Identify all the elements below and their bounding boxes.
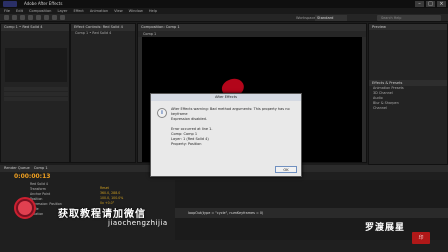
dialog-line: keyframe [171, 112, 188, 116]
search-help-input[interactable]: Search Help [377, 15, 441, 21]
brand-name: 罗渡展星 [365, 223, 406, 233]
minimize-button[interactable]: – [415, 1, 424, 7]
project-list-item[interactable] [4, 97, 68, 101]
effects-item[interactable]: Channel [369, 106, 447, 111]
pen-tool-icon[interactable] [52, 15, 57, 20]
dialog-line: Layer: 1 (Red Solid 4) [171, 137, 209, 141]
workspace-label: Workspace: [296, 16, 317, 20]
camera-tool-icon[interactable] [36, 15, 41, 20]
zoom-tool-icon[interactable] [20, 15, 25, 20]
seal-stamp: 印 [412, 232, 430, 244]
app-icon [3, 1, 17, 7]
pan-behind-tool-icon[interactable] [44, 15, 49, 20]
tab-comp-1[interactable]: Comp 1 [34, 165, 48, 172]
tab-render-queue[interactable]: Render Queue [4, 165, 30, 172]
effect-controls-panel: Effect Controls: Red Solid 4 Comp 1 • Re… [70, 23, 136, 163]
window-controls: – □ × [415, 1, 446, 7]
composition-tab[interactable]: Composition: Comp 1 [138, 24, 366, 31]
project-thumbnail [5, 48, 67, 82]
promo-wechat-id: jiaochengzhijia [108, 219, 168, 227]
warning-dialog: After Effects i After Effects warning: B… [150, 93, 302, 177]
ok-button[interactable]: OK [275, 166, 297, 173]
effect-controls-tab[interactable]: Effect Controls: Red Solid 4 [71, 24, 135, 31]
effect-controls-row: Comp 1 • Red Solid 4 [75, 31, 112, 35]
workspace-select[interactable]: Standard [315, 15, 347, 21]
tools-toolbar: Workspace: Standard Search Help [0, 14, 448, 22]
hand-tool-icon[interactable] [12, 15, 17, 20]
dialog-title[interactable]: After Effects [151, 94, 301, 101]
promo-caption: 获取教程请加微信 [58, 209, 146, 220]
info-icon: i [157, 108, 167, 118]
project-panel-tab[interactable]: Comp 1 • Red Solid 4 [1, 24, 69, 31]
window-title: Adobe After Effects [24, 1, 63, 6]
project-list-item[interactable] [4, 87, 68, 91]
seal-text: 印 [418, 235, 424, 241]
project-list-item[interactable] [4, 92, 68, 96]
dialog-line: Property: Position [171, 142, 202, 146]
timeline-values: Reset 360.0, 288.0 100.0, 100.0% 0x +0.0… [100, 186, 123, 206]
dialog-line: Comp: Comp 1 [171, 132, 198, 136]
avatar-inner [18, 201, 32, 215]
maximize-button[interactable]: □ [426, 1, 435, 7]
dialog-line: Error occurred at line 1. [171, 127, 213, 131]
project-list [1, 86, 71, 102]
rotate-tool-icon[interactable] [28, 15, 33, 20]
text-tool-icon[interactable] [60, 15, 65, 20]
dialog-line: Expression disabled. [171, 117, 207, 121]
close-button[interactable]: × [437, 1, 446, 7]
title-bar: Adobe After Effects – □ × [0, 0, 448, 8]
dialog-line: After Effects warning: Bad method argume… [171, 107, 290, 111]
timecode-display[interactable]: 0:00:00:13 [14, 173, 50, 180]
expression-field[interactable]: loopOut(type = "cycle", numKeyframes = 0… [188, 210, 263, 216]
project-panel: Comp 1 • Red Solid 4 [0, 23, 70, 163]
right-panel: Preview Effects & Presets Animation Pres… [368, 23, 448, 165]
selection-tool-icon[interactable] [4, 15, 9, 20]
